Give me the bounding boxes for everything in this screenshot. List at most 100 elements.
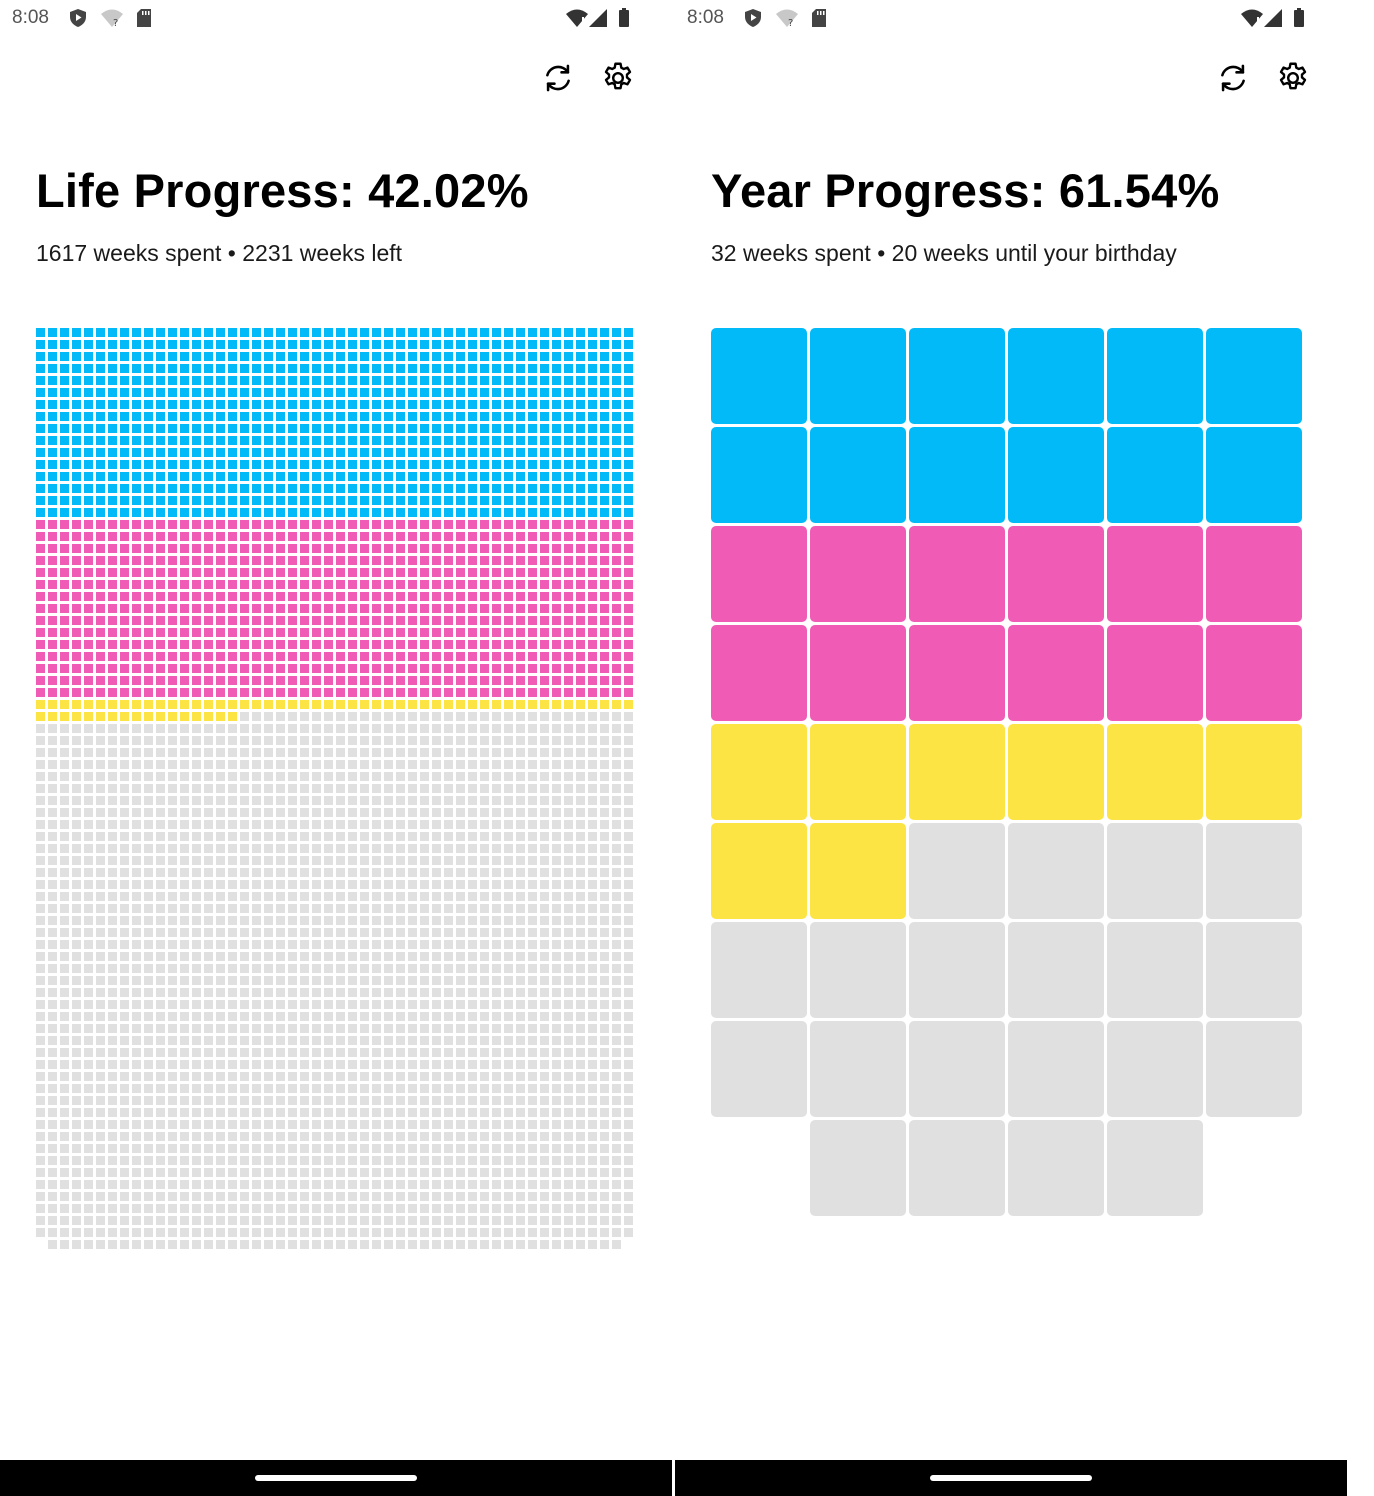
home-gesture-handle[interactable]	[255, 1475, 417, 1481]
week-cell-cyan	[120, 412, 129, 421]
week-cell-empty	[588, 724, 597, 733]
week-cell-magenta	[504, 604, 513, 613]
week-cell-cyan	[300, 352, 309, 361]
week-cell-magenta	[360, 532, 369, 541]
week-cell-magenta	[600, 628, 609, 637]
week-cell-cyan	[264, 496, 273, 505]
week-cell-cyan	[504, 424, 513, 433]
week-cell-empty	[132, 1132, 141, 1141]
week-cell-empty	[144, 1084, 153, 1093]
week-cell-cyan	[588, 376, 597, 385]
week-cell-magenta	[480, 652, 489, 661]
week-cell-empty	[516, 1000, 525, 1009]
week-cell-cyan	[624, 508, 633, 517]
week-cell-empty	[120, 1216, 129, 1225]
week-cell-empty	[492, 1240, 501, 1249]
week-cell-empty	[348, 736, 357, 745]
week-cell-empty	[132, 796, 141, 805]
week-cell-cyan	[348, 496, 357, 505]
week-cell-empty	[480, 832, 489, 841]
week-cell-magenta	[252, 616, 261, 625]
week-cell-empty	[96, 1108, 105, 1117]
week-cell-empty	[48, 1180, 57, 1189]
week-cell-empty	[84, 1204, 93, 1213]
week-cell-empty	[408, 1228, 417, 1237]
week-cell-magenta	[204, 544, 213, 553]
week-cell-cyan	[132, 484, 141, 493]
week-cell-cyan	[180, 484, 189, 493]
week-cell-cyan	[909, 328, 1005, 424]
week-cell-empty	[384, 1180, 393, 1189]
week-cell-empty	[144, 1180, 153, 1189]
week-cell-empty	[180, 904, 189, 913]
week-cell-magenta	[120, 688, 129, 697]
week-cell-empty	[72, 976, 81, 985]
week-cell-magenta	[444, 676, 453, 685]
week-cell-empty	[132, 772, 141, 781]
week-cell-empty	[480, 724, 489, 733]
week-cell-magenta	[624, 592, 633, 601]
week-cell-magenta	[192, 532, 201, 541]
week-cell-empty	[204, 808, 213, 817]
week-cell-magenta	[312, 532, 321, 541]
week-cell-magenta	[168, 592, 177, 601]
week-cell-magenta	[180, 628, 189, 637]
week-cell-empty	[84, 760, 93, 769]
week-cell-magenta	[600, 676, 609, 685]
week-cell-empty	[300, 808, 309, 817]
week-cell-empty	[84, 1072, 93, 1081]
week-cell-empty	[348, 772, 357, 781]
week-cell-cyan	[240, 472, 249, 481]
week-cell-magenta	[288, 640, 297, 649]
week-cell-magenta	[336, 592, 345, 601]
week-cell-empty	[84, 1132, 93, 1141]
week-cell-empty	[588, 1084, 597, 1093]
week-cell-empty	[96, 1204, 105, 1213]
week-cell-empty	[324, 1084, 333, 1093]
week-cell-empty	[492, 784, 501, 793]
week-cell-cyan	[552, 448, 561, 457]
week-cell-magenta	[588, 520, 597, 529]
week-cell-empty	[132, 1168, 141, 1177]
week-cell-empty	[396, 712, 405, 721]
week-cell-cyan	[432, 460, 441, 469]
week-cell-empty	[444, 916, 453, 925]
week-cell-magenta	[300, 676, 309, 685]
week-cell-empty	[216, 1048, 225, 1057]
settings-button[interactable]	[599, 59, 637, 97]
settings-button[interactable]	[1274, 59, 1312, 97]
week-cell-empty	[564, 1060, 573, 1069]
week-cell-empty	[540, 1060, 549, 1069]
home-gesture-handle[interactable]	[930, 1475, 1092, 1481]
week-cell-empty	[420, 1240, 429, 1249]
week-cell-empty	[60, 892, 69, 901]
weeks-summary: 1617 weeks spent • 2231 weeks left	[36, 240, 403, 266]
week-cell-magenta	[336, 688, 345, 697]
week-cell-cyan	[396, 412, 405, 421]
week-cell-magenta	[96, 616, 105, 625]
week-cell-cyan	[600, 448, 609, 457]
week-cell-magenta	[180, 616, 189, 625]
refresh-button[interactable]	[539, 59, 577, 97]
week-cell-magenta	[324, 544, 333, 553]
week-cell-cyan	[60, 352, 69, 361]
week-cell-empty	[252, 1108, 261, 1117]
week-cell-empty	[468, 940, 477, 949]
week-cell-empty	[564, 748, 573, 757]
week-cell-empty	[84, 1024, 93, 1033]
week-cell-cyan	[612, 484, 621, 493]
week-cell-empty	[120, 832, 129, 841]
week-cell-empty	[540, 1000, 549, 1009]
week-cell-cyan	[576, 376, 585, 385]
week-cell-empty	[108, 748, 117, 757]
week-cell-yellow	[108, 712, 117, 721]
week-cell-cyan	[96, 376, 105, 385]
week-cell-cyan	[480, 412, 489, 421]
week-cell-empty	[432, 1132, 441, 1141]
week-cell-cyan	[156, 424, 165, 433]
week-cell-empty	[516, 724, 525, 733]
week-cell-cyan	[288, 328, 297, 337]
refresh-button[interactable]	[1214, 59, 1252, 97]
week-cell-magenta	[252, 676, 261, 685]
week-cell-cyan	[540, 460, 549, 469]
